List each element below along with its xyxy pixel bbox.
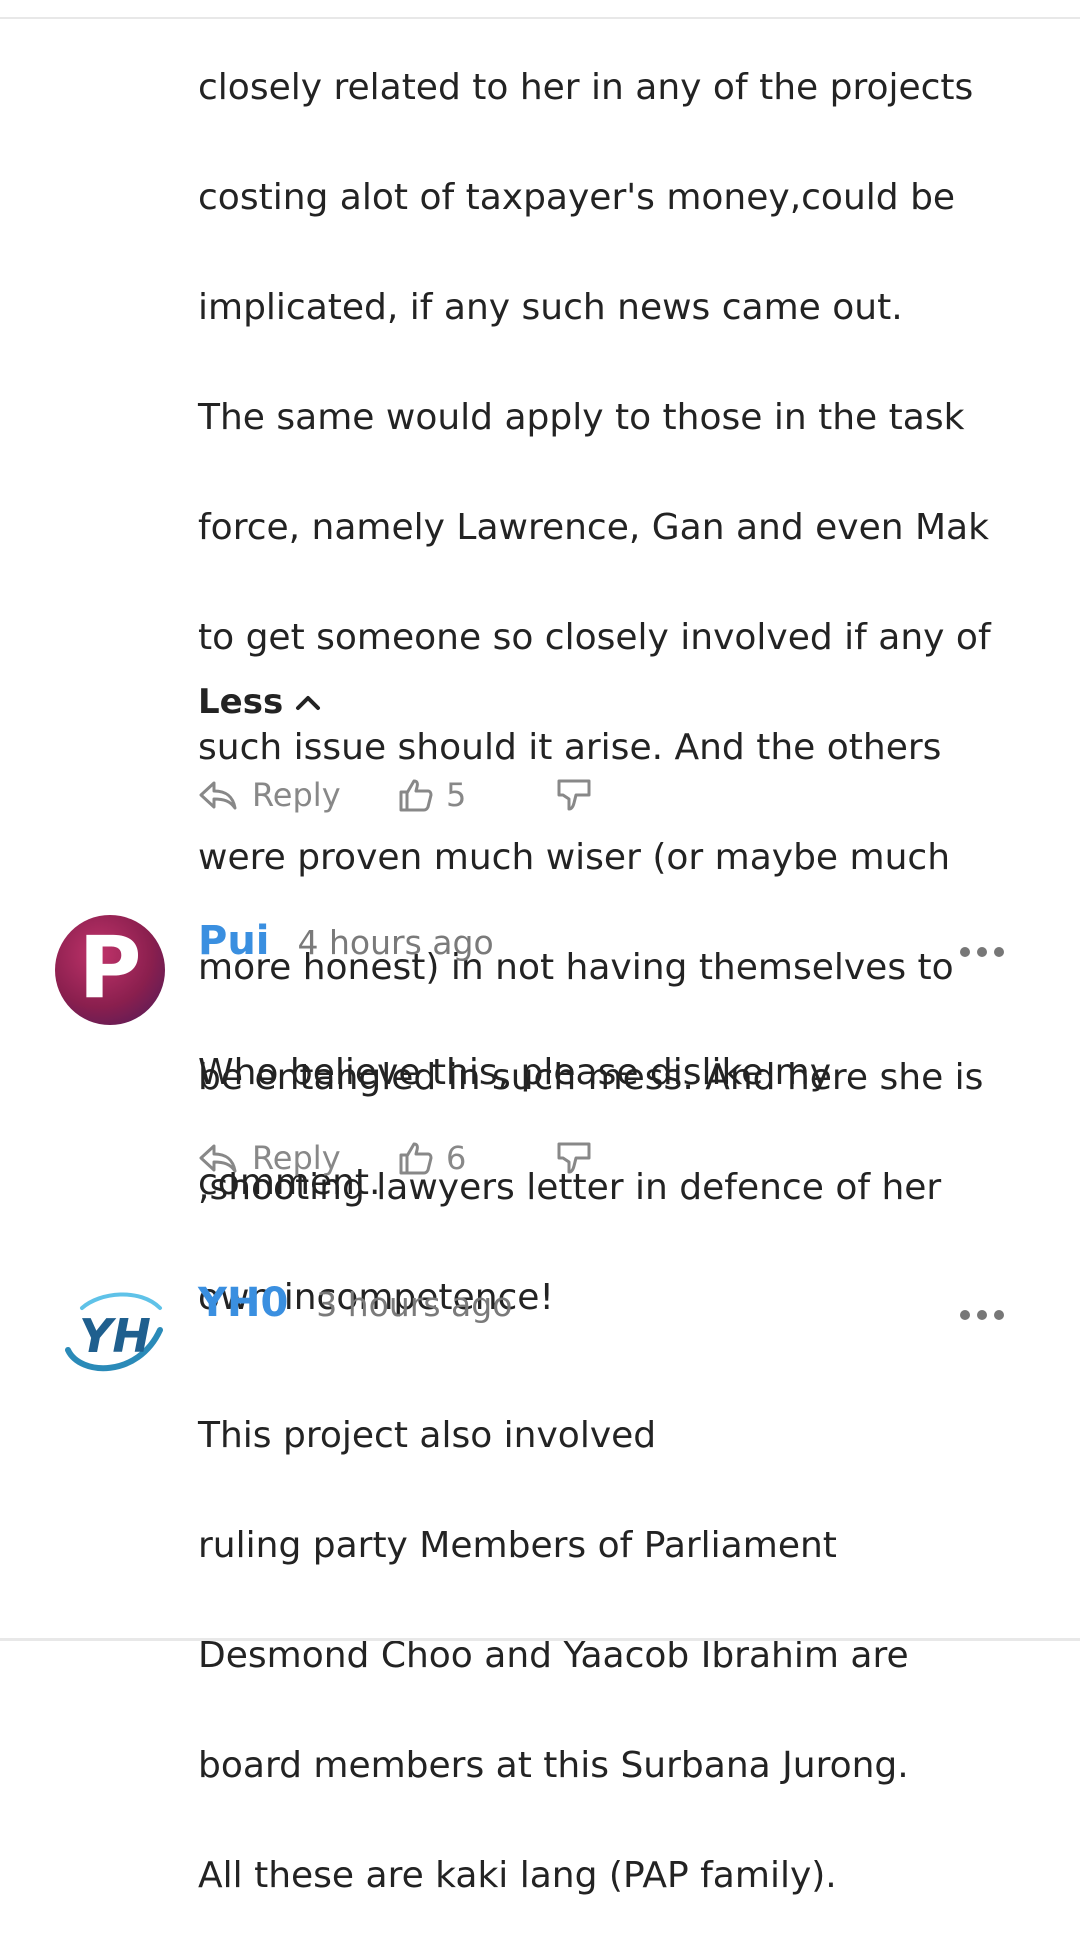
comment-line: force, namely Lawrence, Gan and even Mak — [198, 507, 989, 548]
reply-icon — [199, 1144, 237, 1173]
comment-text: This project also involved ruling party … — [198, 1353, 998, 1958]
comment-actions: Reply 6 — [198, 1133, 592, 1183]
reply-label: Reply — [252, 776, 341, 814]
thumbs-down-icon — [557, 1142, 591, 1174]
comment-line: Desmond Choo and Yaacob Ibrahim are — [198, 1635, 909, 1676]
reply-label: Reply — [252, 1139, 341, 1177]
username[interactable]: YH0 — [198, 1280, 288, 1326]
yh-logo: YH — [65, 1292, 163, 1372]
comment-line: costing alot of taxpayer's money,could b… — [198, 177, 956, 218]
timestamp: 3 hours ago — [316, 1285, 513, 1324]
comment-line: to get someone so closely involved if an… — [198, 617, 991, 658]
reply-icon — [199, 781, 237, 810]
like-count: 5 — [446, 776, 467, 814]
username[interactable]: Pui — [198, 918, 270, 964]
thumbs-up-icon — [399, 1142, 433, 1175]
chevron-up-icon — [296, 696, 321, 710]
comment-text: Who believe this, please dislike my comm… — [198, 990, 998, 1265]
comment-line: This project also involved — [198, 1415, 657, 1456]
svg-text:YH: YH — [79, 1309, 151, 1363]
timestamp: 4 hours ago — [297, 923, 494, 962]
comment-header: YH0 3 hours ago — [198, 1280, 512, 1326]
more-options-icon[interactable] — [960, 946, 1004, 958]
less-label: Less — [198, 682, 284, 722]
dislike-button[interactable] — [556, 1140, 592, 1176]
like-count: 6 — [446, 1139, 467, 1177]
comment-line: such issue should it arise. And the othe… — [198, 727, 942, 768]
comment-line: closely related to her in any of the pro… — [198, 67, 974, 108]
like-button[interactable]: 6 — [398, 1139, 556, 1177]
like-button[interactable]: 5 — [398, 776, 556, 814]
comment-line: Who believe this, please dislike my — [198, 1052, 832, 1093]
comment-actions: Reply 5 — [198, 770, 592, 820]
more-options-icon[interactable] — [960, 1309, 1004, 1321]
bottom-divider — [0, 1638, 1080, 1641]
comment-line: The same would apply to those in the tas… — [198, 397, 965, 438]
dislike-button[interactable] — [556, 777, 592, 813]
avatar[interactable]: YH — [60, 1278, 170, 1388]
comment-line: implicated, if any such news came out. — [198, 287, 903, 328]
avatar-letter: P — [78, 918, 142, 1018]
comment-line: board members at this Surbana Jurong. — [198, 1745, 909, 1786]
comment-line: All these are kaki lang (PAP family). — [198, 1855, 837, 1896]
thumbs-down-icon — [557, 779, 591, 811]
thumbs-up-icon — [399, 779, 433, 812]
less-toggle[interactable]: Less — [198, 682, 321, 722]
avatar[interactable]: P — [55, 915, 165, 1025]
reply-button[interactable]: Reply — [198, 776, 398, 814]
comment-line: were proven much wiser (or maybe much — [198, 837, 951, 878]
comment-line: ruling party Members of Parliament — [198, 1525, 837, 1566]
comment-header: Pui 4 hours ago — [198, 918, 494, 964]
reply-button[interactable]: Reply — [198, 1139, 398, 1177]
